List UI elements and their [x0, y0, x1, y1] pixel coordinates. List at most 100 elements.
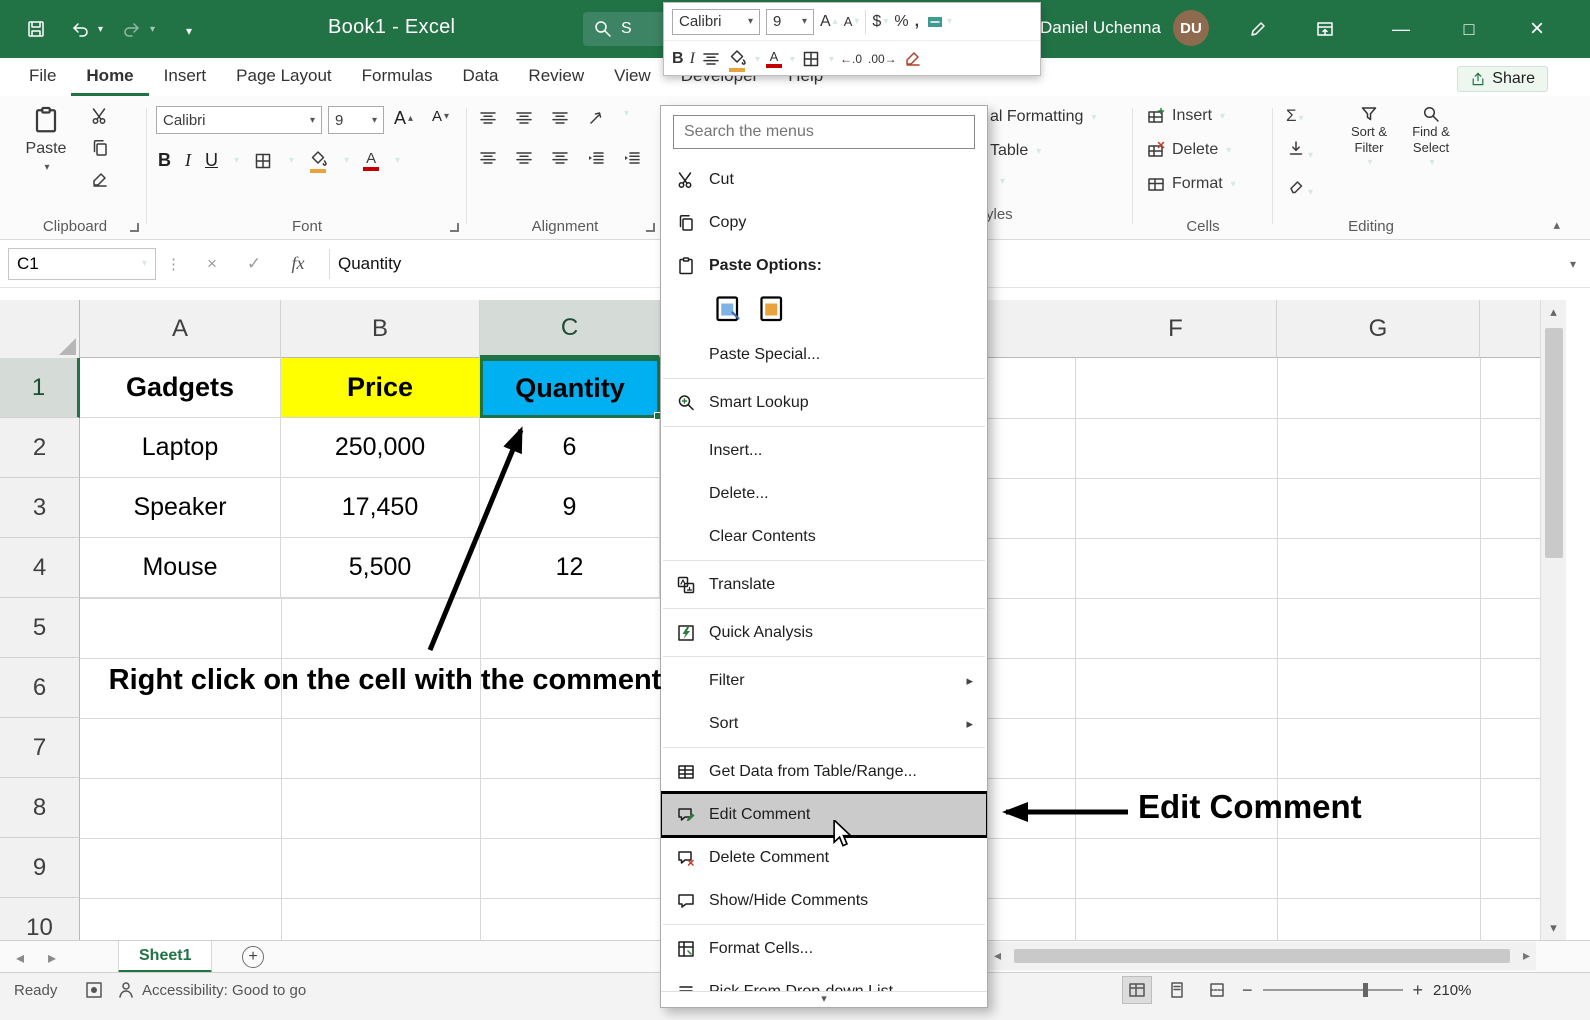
- paste-values-icon[interactable]: [757, 293, 787, 328]
- sort-filter-button[interactable]: Sort & Filter ▾: [1338, 104, 1400, 169]
- menu-item-paste-options[interactable]: Paste Options:: [661, 244, 987, 287]
- mini-align-center-icon[interactable]: [701, 49, 721, 69]
- vertical-scrollbar[interactable]: ▴ ▾: [1540, 300, 1566, 940]
- insert-cells-button[interactable]: Insert ▾: [1146, 106, 1225, 126]
- cell-styles-dropdown-icon[interactable]: ▾: [998, 176, 1005, 187]
- menu-item-show-hide-comments[interactable]: Show/Hide Comments: [661, 879, 987, 922]
- mini-accounting-button[interactable]: $▾: [872, 13, 888, 31]
- menu-item-get-data-from-table-range[interactable]: Get Data from Table/Range...: [661, 750, 987, 793]
- decrease-indent-icon[interactable]: [586, 148, 606, 168]
- column-header-g[interactable]: G: [1277, 300, 1480, 358]
- fill-color-dropdown-icon[interactable]: ▾: [344, 155, 349, 166]
- increase-indent-icon[interactable]: [622, 148, 642, 168]
- avatar[interactable]: DU: [1173, 10, 1209, 46]
- row-header-10[interactable]: 10: [0, 898, 80, 940]
- cell-c1[interactable]: Quantity: [480, 358, 660, 418]
- mini-grow-font-button[interactable]: A▴: [820, 13, 838, 31]
- select-all-button[interactable]: [0, 300, 80, 358]
- row-header-6[interactable]: 6: [0, 658, 80, 718]
- undo-icon[interactable]: [70, 19, 90, 39]
- orientation-dropdown-icon[interactable]: ▾: [624, 108, 629, 128]
- zoom-in-button[interactable]: +: [1413, 980, 1424, 1001]
- borders-button[interactable]: [253, 151, 273, 171]
- italic-button[interactable]: I: [185, 150, 191, 171]
- cell-b1[interactable]: Price: [281, 358, 480, 418]
- mini-font-size-combo[interactable]: 9 ▾: [766, 9, 814, 35]
- menu-item-edit-comment[interactable]: Edit Comment: [661, 793, 987, 836]
- next-sheet-icon[interactable]: ▸: [48, 948, 56, 968]
- fill-button[interactable]: ▾: [1286, 138, 1313, 163]
- mini-increase-decimal-button[interactable]: ←.0: [840, 52, 862, 66]
- mini-comma-button[interactable]: ,: [915, 13, 919, 31]
- font-name-combo[interactable]: Calibri ▾: [156, 106, 322, 134]
- enter-icon[interactable]: ✓: [233, 254, 275, 274]
- menu-item-filter[interactable]: Filter▸: [661, 659, 987, 702]
- paste-keep-source-formatting-icon[interactable]: [713, 293, 743, 328]
- collapse-ribbon-icon[interactable]: ▴: [1553, 217, 1560, 233]
- zoom-slider-thumb[interactable]: [1363, 983, 1368, 997]
- menu-search-box[interactable]: [673, 115, 975, 149]
- font-dialog-launcher-icon[interactable]: [450, 223, 459, 232]
- tab-view[interactable]: View: [599, 59, 666, 96]
- menu-scroll-more-icon[interactable]: ▾: [661, 991, 987, 1007]
- mini-font-color-button[interactable]: A: [766, 50, 782, 68]
- tab-formulas[interactable]: Formulas: [347, 59, 448, 96]
- menu-item-sort[interactable]: Sort▸: [661, 702, 987, 745]
- menu-item-clear-contents[interactable]: Clear Contents: [661, 515, 987, 558]
- bold-button[interactable]: B: [158, 150, 171, 171]
- cell-a3[interactable]: Speaker: [80, 478, 281, 538]
- menu-item-copy[interactable]: Copy: [661, 201, 987, 244]
- menu-item-quick-analysis[interactable]: Quick Analysis: [661, 611, 987, 654]
- mini-fill-color-button[interactable]: [727, 47, 747, 72]
- mini-shrink-font-button[interactable]: A▾: [844, 14, 860, 29]
- macro-record-icon[interactable]: [84, 973, 104, 1007]
- tab-insert[interactable]: Insert: [149, 59, 222, 96]
- scroll-left-icon[interactable]: ◂: [994, 947, 1001, 964]
- menu-item-translate[interactable]: Translate: [661, 563, 987, 606]
- horizontal-scroll-thumb[interactable]: [1014, 949, 1510, 963]
- cell-a2[interactable]: Laptop: [80, 418, 281, 478]
- row-header-4[interactable]: 4: [0, 538, 80, 598]
- ribbon-display-options-icon[interactable]: [1315, 19, 1335, 39]
- align-center-icon[interactable]: [514, 148, 534, 168]
- column-header-a[interactable]: A: [80, 300, 281, 358]
- zoom-level[interactable]: 210%: [1433, 982, 1471, 999]
- tab-home[interactable]: Home: [71, 59, 148, 96]
- save-icon[interactable]: [26, 19, 46, 39]
- maximize-button[interactable]: □: [1446, 0, 1492, 58]
- row-header-9[interactable]: 9: [0, 838, 80, 898]
- scroll-right-icon[interactable]: ▸: [1523, 947, 1530, 964]
- clear-button[interactable]: ▾: [1286, 175, 1313, 200]
- formula-input[interactable]: Quantity: [338, 254, 401, 274]
- column-header-f[interactable]: F: [1075, 300, 1277, 358]
- cell-a4[interactable]: Mouse: [80, 538, 281, 598]
- mini-bold-button[interactable]: B: [672, 50, 684, 68]
- format-button[interactable]: Format ▾: [1146, 174, 1236, 194]
- mini-font-color-dropdown-icon[interactable]: ▾: [790, 54, 795, 65]
- formula-bar-splitter[interactable]: ⋮: [166, 255, 181, 273]
- qat-customize-icon[interactable]: ▾: [186, 24, 192, 38]
- delete-cells-button[interactable]: Delete ▾: [1146, 140, 1231, 160]
- font-size-combo[interactable]: 9 ▾: [328, 106, 384, 134]
- format-painter-button[interactable]: [90, 170, 110, 190]
- horizontal-scrollbar[interactable]: ◂ ▸: [988, 942, 1536, 970]
- cell-b2[interactable]: 250,000: [281, 418, 480, 478]
- borders-dropdown-icon[interactable]: ▾: [289, 155, 294, 166]
- scroll-up-icon[interactable]: ▴: [1541, 304, 1566, 320]
- sheet-tab-sheet1[interactable]: Sheet1: [118, 941, 212, 973]
- font-color-dropdown-icon[interactable]: ▾: [395, 155, 400, 166]
- menu-item-format-cells[interactable]: Format Cells...: [661, 927, 987, 970]
- column-header-b[interactable]: B: [281, 300, 480, 358]
- cell-c4[interactable]: 12: [480, 538, 660, 598]
- mini-borders-dropdown-icon[interactable]: ▾: [829, 54, 834, 65]
- menu-item-delete-comment[interactable]: Delete Comment: [661, 836, 987, 879]
- new-sheet-button[interactable]: +: [242, 946, 264, 968]
- user-name[interactable]: Daniel Uchenna: [1040, 18, 1161, 38]
- fill-color-button[interactable]: [308, 148, 328, 173]
- shrink-font-button[interactable]: A▾: [432, 108, 449, 125]
- cell-b4[interactable]: 5,500: [281, 538, 480, 598]
- tab-data[interactable]: Data: [448, 59, 514, 96]
- scroll-down-icon[interactable]: ▾: [1541, 920, 1566, 936]
- mini-font-name-combo[interactable]: Calibri ▾: [672, 9, 760, 35]
- tab-file[interactable]: File: [14, 59, 71, 96]
